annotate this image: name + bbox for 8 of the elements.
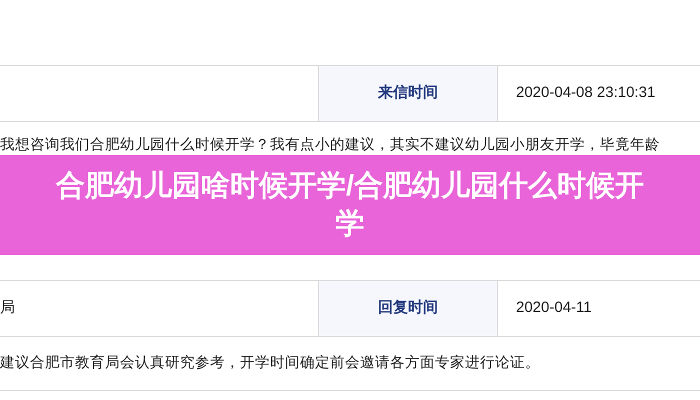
table-cell-text: 2020-04-11: [516, 298, 592, 318]
label-cell: 来信时间: [318, 66, 498, 121]
table-cell-text: 2020-04-08 23:10:31: [516, 83, 656, 104]
reply-text: 建议合肥市教育局会认真研究参考，开学时间确定前会邀请各方面专家进行论证。: [0, 354, 540, 373]
banner-title: 合肥幼儿园啥时候开学/合肥幼儿园什么时候开学: [54, 169, 646, 242]
letter-text: 我想咨询我们合肥幼儿园什么时候开学？我有点小的建议，其实不建议幼儿园小朋友开学，毕竟年龄: [0, 136, 660, 156]
label-cell: 回复时间: [318, 281, 498, 336]
table-cell-text: 局: [0, 298, 15, 318]
